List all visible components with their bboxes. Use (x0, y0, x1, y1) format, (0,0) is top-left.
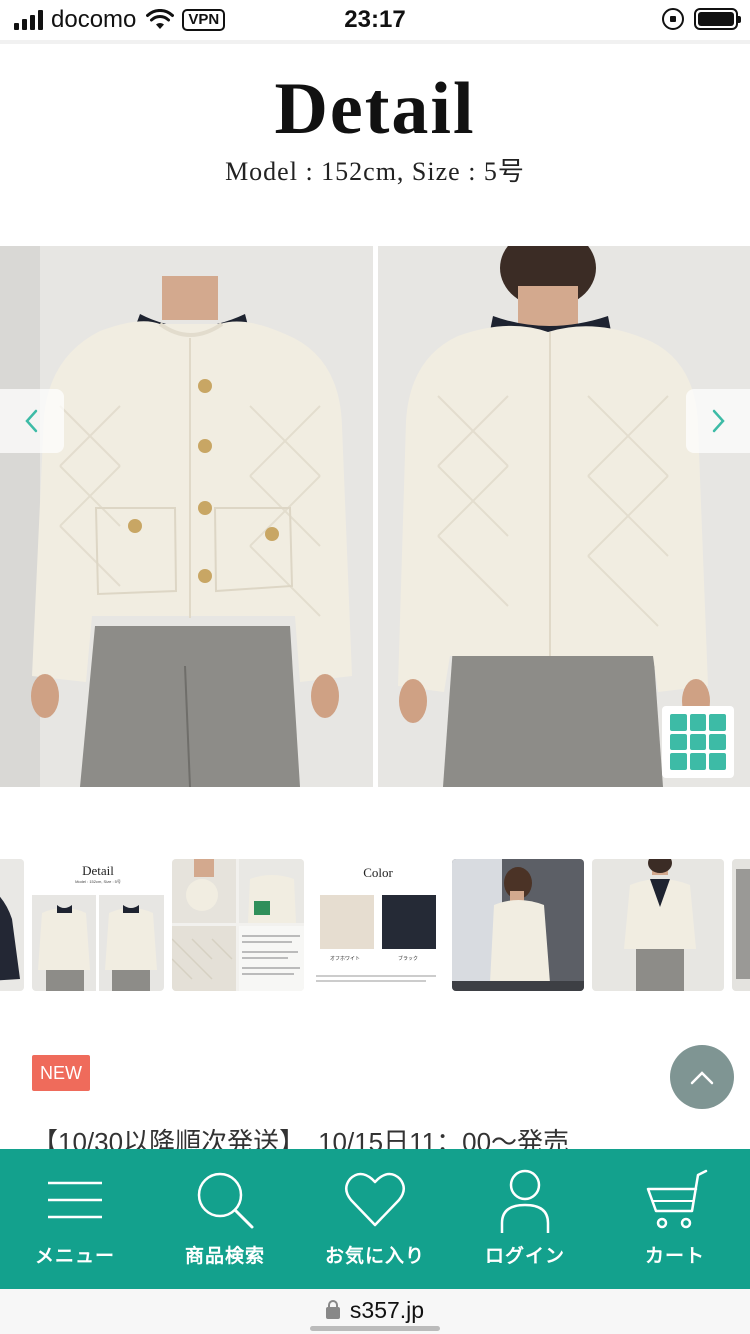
gallery-prev-button[interactable] (0, 389, 64, 453)
thumbnail-model-photo[interactable] (592, 859, 724, 991)
carrier-name: docomo (51, 6, 137, 33)
grid-icon (670, 714, 687, 731)
nav-menu[interactable]: メニュー (0, 1149, 150, 1289)
thumbnail-color-title: Color (363, 865, 393, 880)
nav-login[interactable]: ログイン (450, 1149, 600, 1289)
swatch-black (382, 895, 436, 949)
thumbnail[interactable] (0, 859, 24, 991)
status-bar: docomo VPN 23:17 (0, 0, 750, 40)
search-icon (197, 1172, 254, 1229)
chevron-up-icon (690, 1071, 714, 1085)
product-photo-front (0, 246, 373, 787)
cart-icon (646, 1169, 708, 1229)
model-info: Model : 152cm, Size : 5号 (225, 157, 525, 186)
wifi-icon (146, 9, 175, 29)
detail-title: Detail (274, 68, 476, 150)
thumbnail-strip[interactable]: Detail Model : 152cm, Size : 5号 Color オフ… (0, 859, 750, 991)
home-indicator (310, 1326, 440, 1331)
battery-icon (694, 8, 741, 30)
nav-favorites[interactable]: お気に入り (300, 1149, 450, 1289)
image-gallery[interactable] (0, 246, 750, 787)
thumbnail-fabric-detail[interactable] (172, 859, 304, 991)
thumbnail[interactable] (732, 859, 750, 991)
nav-label: お気に入り (324, 1246, 425, 1267)
nav-cart[interactable]: カート (600, 1149, 750, 1289)
swatch-label: オフホワイト (330, 956, 361, 962)
grid-view-button[interactable] (662, 706, 734, 778)
nav-label: ログイン (484, 1246, 565, 1267)
bottom-navigation: メニュー 商品検索 お気に入り ログイン カート (0, 1149, 750, 1289)
product-detail-page: docomo VPN 23:17 Detail Model : 152cm, S… (0, 0, 750, 1334)
vpn-badge: VPN (182, 9, 226, 31)
swatch-off-white (320, 895, 374, 949)
signal-strength-icon (14, 10, 43, 30)
thumbnail-subtitle: Model : 152cm, Size : 5号 (75, 879, 121, 884)
nav-label: メニュー (34, 1246, 115, 1267)
scroll-to-top-button[interactable] (670, 1045, 734, 1109)
thumbnail-detail-card[interactable]: Detail Model : 152cm, Size : 5号 (32, 859, 164, 991)
divider (0, 40, 750, 44)
fine-print (316, 975, 436, 982)
thumbnail-color-card[interactable]: Color オフホワイト ブラック (312, 859, 444, 991)
nav-search[interactable]: 商品検索 (150, 1149, 300, 1289)
heart-icon (345, 1172, 405, 1227)
gallery-next-button[interactable] (686, 389, 750, 453)
nav-label: カート (644, 1246, 705, 1267)
chevron-right-icon (712, 409, 725, 433)
thumbnail-model-photo[interactable] (452, 859, 584, 991)
new-badge: NEW (32, 1055, 90, 1091)
thumbnail-title: Detail (82, 863, 114, 878)
url-text: s357.jp (349, 1297, 425, 1323)
user-icon (500, 1169, 550, 1233)
lock-icon (325, 1300, 340, 1319)
menu-icon (48, 1181, 102, 1219)
rotation-lock-icon (662, 8, 684, 30)
swatch-label: ブラック (398, 956, 419, 962)
nav-label: 商品検索 (184, 1246, 265, 1267)
chevron-left-icon (25, 409, 38, 433)
